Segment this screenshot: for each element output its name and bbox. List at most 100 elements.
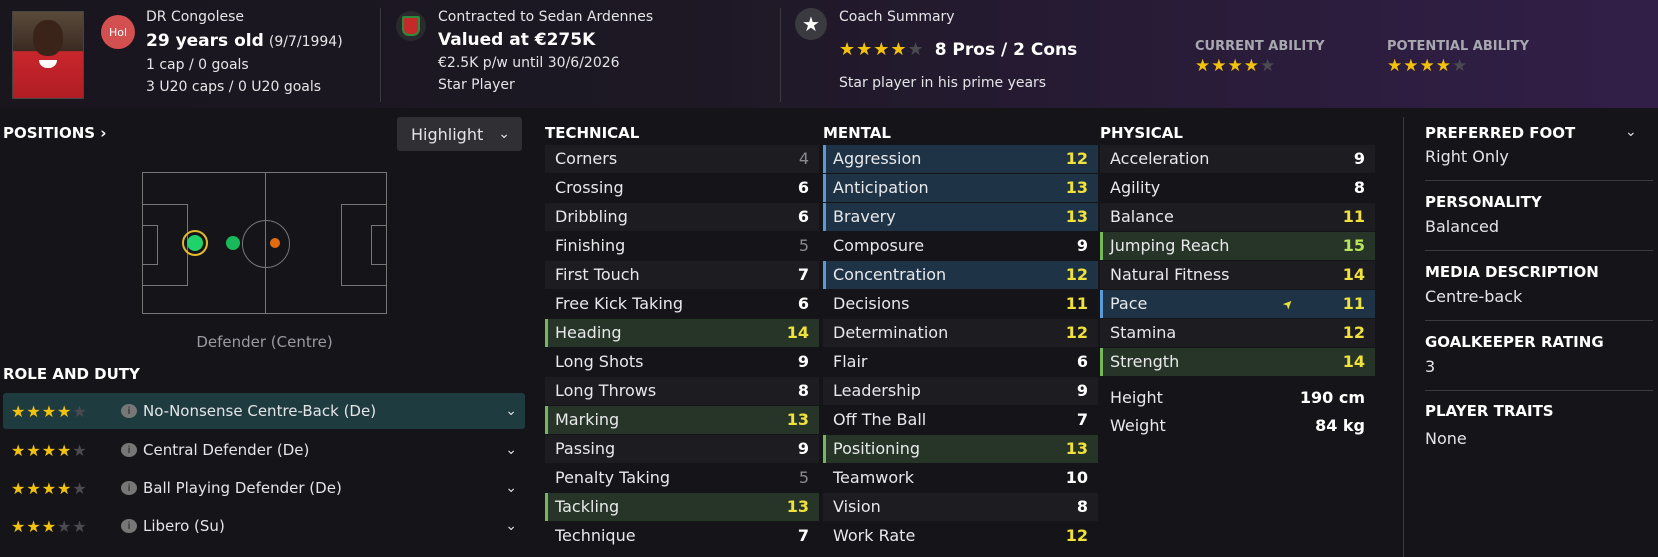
attribute-value: 9 <box>797 352 809 372</box>
attribute-row[interactable]: Decisions 11 <box>823 290 1098 318</box>
personality-value: Balanced <box>1425 217 1499 236</box>
potential-ability-label: POTENTIAL ABILITY <box>1387 39 1529 54</box>
attribute-row[interactable]: Positioning 13 <box>823 435 1098 463</box>
attribute-row[interactable]: Off The Ball 7 <box>823 406 1098 434</box>
attribute-row[interactable]: Vision 8 <box>823 493 1098 521</box>
attribute-name: Finishing <box>555 236 626 256</box>
attribute-row[interactable]: Flair 6 <box>823 348 1098 376</box>
role-row[interactable]: ★★★★★ i Libero (Su) ⌄ <box>3 508 525 544</box>
attribute-name: Anticipation <box>833 178 929 198</box>
natural-position-dot[interactable] <box>187 235 203 251</box>
coach-rating: ★★★★★ 8 Pros / 2 Cons <box>839 39 1077 60</box>
attribute-row[interactable]: Composure 9 <box>823 232 1098 260</box>
nationality-flag-badge[interactable]: Hol <box>101 15 135 49</box>
highlight-dropdown[interactable]: Highlight ⌄ <box>397 117 522 151</box>
attribute-row[interactable]: Free Kick Taking 6 <box>545 290 819 318</box>
star-icon: ★ <box>795 8 827 40</box>
position-pitch <box>142 172 387 314</box>
attribute-name: Penalty Taking <box>555 468 671 488</box>
header-divider <box>780 8 781 102</box>
chevron-down-icon[interactable]: ⌄ <box>505 442 517 458</box>
accomplished-position-dot[interactable] <box>226 236 240 250</box>
preferred-foot-title: PREFERRED FOOT <box>1425 124 1576 142</box>
attribute-row[interactable]: Leadership 9 <box>823 377 1098 405</box>
attribute-row[interactable]: Strength 14 <box>1100 348 1375 376</box>
attribute-value: 13 <box>786 410 809 430</box>
nationality-text[interactable]: DR Congolese <box>146 9 244 25</box>
attribute-row[interactable]: Balance 11 <box>1100 203 1375 231</box>
attribute-name: Tackling <box>555 497 620 517</box>
attribute-name: Heading <box>555 323 622 343</box>
attribute-name: Crossing <box>555 178 624 198</box>
technical-list: Corners 4 Crossing 6 Dribbling 6 Finishing 5 Fir… <box>545 145 819 551</box>
role-row[interactable]: ★★★★★ i Central Defender (De) ⌄ <box>3 432 525 468</box>
attribute-value: 14 <box>1342 352 1365 372</box>
attribute-row[interactable]: Technique 7 <box>545 522 819 550</box>
role-stars: ★★★★★ <box>11 516 88 536</box>
info-icon[interactable]: i <box>121 443 137 457</box>
unconvincing-position-dot[interactable] <box>270 238 280 248</box>
attribute-row[interactable]: Finishing 5 <box>545 232 819 260</box>
info-icon[interactable]: i <box>121 404 137 418</box>
attribute-name: Bravery <box>833 207 896 227</box>
attribute-value: 12 <box>1342 323 1365 343</box>
chevron-down-icon[interactable]: ⌄ <box>505 480 517 496</box>
attribute-row[interactable]: Teamwork 10 <box>823 464 1098 492</box>
attribute-row[interactable]: Corners 4 <box>545 145 819 173</box>
attribute-row[interactable]: Work Rate 12 <box>823 522 1098 550</box>
attribute-row[interactable]: Penalty Taking 5 <box>545 464 819 492</box>
chevron-down-icon[interactable]: ⌄ <box>505 518 517 534</box>
attribute-row[interactable]: Determination 12 <box>823 319 1098 347</box>
attribute-name: Jumping Reach <box>1110 236 1230 256</box>
attribute-row[interactable]: Passing 9 <box>545 435 819 463</box>
attribute-name: Long Shots <box>555 352 644 372</box>
attribute-value: 9 <box>1076 236 1088 256</box>
attribute-row[interactable]: Heading 14 <box>545 319 819 347</box>
attribute-value: 14 <box>1342 265 1365 285</box>
attribute-row[interactable]: Anticipation 13 <box>823 174 1098 202</box>
positions-header[interactable]: POSITIONS › <box>3 124 106 142</box>
attribute-row[interactable]: Tackling 13 <box>545 493 819 521</box>
info-icon[interactable]: i <box>121 481 137 495</box>
attribute-row[interactable]: Agility 8 <box>1100 174 1375 202</box>
u20-caps-text: 3 U20 caps / 0 U20 goals <box>146 79 322 95</box>
player-photo[interactable] <box>12 11 84 99</box>
attribute-row[interactable]: Stamina 12 <box>1100 319 1375 347</box>
attribute-row[interactable]: Jumping Reach 15 <box>1100 232 1375 260</box>
chevron-down-icon[interactable]: ⌄ <box>505 403 517 419</box>
attribute-name: Strength <box>1110 352 1180 372</box>
contract-text[interactable]: Contracted to Sedan Ardennes <box>438 9 653 25</box>
attribute-value: 13 <box>1065 178 1088 198</box>
attribute-name: Leadership <box>833 381 921 401</box>
attribute-value: 8 <box>1353 178 1365 198</box>
attribute-row[interactable]: Dribbling 6 <box>545 203 819 231</box>
media-description-title: MEDIA DESCRIPTION <box>1425 263 1599 281</box>
attribute-row[interactable]: Natural Fitness 14 <box>1100 261 1375 289</box>
attribute-row[interactable]: First Touch 7 <box>545 261 819 289</box>
attribute-row[interactable]: Marking 13 <box>545 406 819 434</box>
height-row: Height 190 cm <box>1100 384 1375 411</box>
dob-text: (9/7/1994) <box>268 34 343 50</box>
attribute-row[interactable]: Acceleration 9 <box>1100 145 1375 173</box>
coach-summary-title[interactable]: Coach Summary <box>839 9 955 25</box>
attribute-row[interactable]: Crossing 6 <box>545 174 819 202</box>
role-duty-title: ROLE AND DUTY <box>3 365 140 383</box>
role-row[interactable]: ★★★★★ i No-Nonsense Centre-Back (De) ⌄ <box>3 393 525 429</box>
attribute-row[interactable]: Long Shots 9 <box>545 348 819 376</box>
attribute-value: 12 <box>1065 526 1088 546</box>
attribute-value: 9 <box>797 439 809 459</box>
attribute-row[interactable]: Pace ➤ 11 <box>1100 290 1375 318</box>
attribute-row[interactable]: Concentration 12 <box>823 261 1098 289</box>
info-icon[interactable]: i <box>121 519 137 533</box>
attribute-row[interactable]: Aggression 12 <box>823 145 1098 173</box>
attribute-row[interactable]: Long Throws 8 <box>545 377 819 405</box>
chevron-down-icon[interactable]: ⌄ <box>1625 124 1637 140</box>
attribute-value: 11 <box>1342 207 1365 227</box>
goalkeeper-rating-value: 3 <box>1425 357 1436 376</box>
attribute-name: First Touch <box>555 265 640 285</box>
attribute-row[interactable]: Bravery 13 <box>823 203 1098 231</box>
club-crest-icon[interactable] <box>396 11 426 41</box>
attribute-name: Stamina <box>1110 323 1177 343</box>
attribute-value: 14 <box>786 323 809 343</box>
role-row[interactable]: ★★★★★ i Ball Playing Defender (De) ⌄ <box>3 470 525 506</box>
